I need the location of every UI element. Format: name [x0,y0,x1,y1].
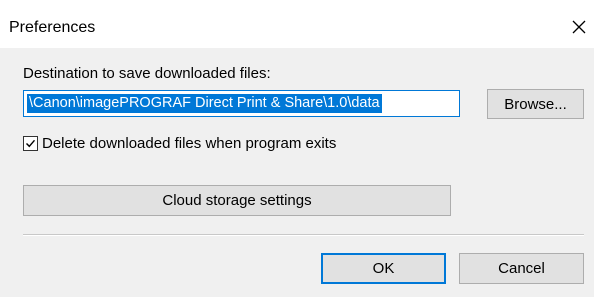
delete-on-exit-option[interactable]: Delete downloaded files when program exi… [23,133,336,153]
title-bar: Preferences [0,0,594,48]
cancel-button[interactable]: Cancel [459,253,584,284]
window-title: Preferences [9,19,96,36]
destination-path-input[interactable]: \Canon\imagePROGRAF Direct Print & Share… [23,90,460,117]
close-icon [572,20,586,34]
destination-label: Destination to save downloaded files: [23,65,271,82]
checkmark-icon [26,139,36,147]
close-button[interactable] [566,14,592,40]
separator [23,234,584,236]
cloud-storage-settings-button[interactable]: Cloud storage settings [23,185,451,216]
destination-path-text: \Canon\imagePROGRAF Direct Print & Share… [27,94,382,113]
ok-button[interactable]: OK [321,253,446,284]
browse-button[interactable]: Browse... [487,89,584,119]
delete-on-exit-checkbox[interactable] [23,135,38,151]
delete-on-exit-label: Delete downloaded files when program exi… [42,134,337,152]
